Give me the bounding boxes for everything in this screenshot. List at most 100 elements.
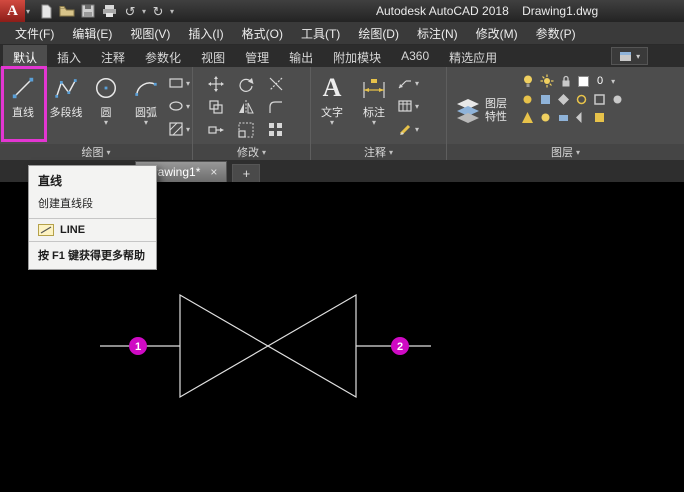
- new-drawing-tab-button[interactable]: +: [232, 164, 260, 182]
- save-button[interactable]: [79, 2, 97, 20]
- menu-parametric[interactable]: 参数(P): [527, 22, 585, 44]
- layer-tool-icon[interactable]: [593, 111, 606, 124]
- menu-format[interactable]: 格式(O): [233, 22, 292, 44]
- annotation-marker-2: 2: [391, 337, 409, 355]
- layer-tool-icon[interactable]: [539, 111, 552, 124]
- plot-button[interactable]: [100, 2, 118, 20]
- printer-icon: [102, 4, 117, 18]
- mirror-icon[interactable]: [238, 99, 254, 115]
- ribbon: 直线 多段线: [0, 67, 684, 160]
- ribbon-tab-annotate[interactable]: 注释: [91, 45, 135, 67]
- layer-tool-icon[interactable]: [557, 93, 570, 106]
- ribbon-tab-view[interactable]: 视图: [191, 45, 235, 67]
- open-file-button[interactable]: [58, 2, 76, 20]
- redo-icon: ↻: [153, 5, 164, 18]
- annotation-panel-label[interactable]: 注释 ▾: [311, 144, 446, 160]
- qat-customize-arrow-icon[interactable]: ▾: [170, 7, 174, 16]
- modify-panel: 修改 ▾: [193, 67, 311, 160]
- layer-dropdown-arrow-icon[interactable]: ▾: [611, 77, 615, 86]
- draw-panel-label[interactable]: 绘图 ▾: [0, 144, 192, 160]
- valve-symbol-drawing[interactable]: [100, 295, 431, 397]
- annotation-panel-expand-icon: ▾: [389, 148, 393, 157]
- menu-draw[interactable]: 绘图(D): [349, 22, 408, 44]
- stretch-icon[interactable]: [208, 122, 224, 138]
- undo-dropdown-arrow-icon[interactable]: ▾: [142, 7, 146, 16]
- menu-view[interactable]: 视图(V): [121, 22, 179, 44]
- layer-properties-button[interactable]: 图层特性: [447, 67, 515, 144]
- ribbon-options-button[interactable]: ▾: [611, 47, 648, 65]
- leader-arrow-icon: ▾: [415, 79, 419, 88]
- arc-dropdown-arrow-icon[interactable]: ▾: [144, 119, 148, 127]
- undo-button[interactable]: ↺: [121, 2, 139, 20]
- layer-selector[interactable]: 0 ▾: [521, 74, 624, 88]
- new-file-icon: [39, 4, 53, 19]
- text-dropdown-arrow-icon[interactable]: ▾: [330, 119, 334, 127]
- table-arrow-icon: ▾: [415, 102, 419, 111]
- layer-tool-icon[interactable]: [539, 93, 552, 106]
- layer-tool-icon[interactable]: [593, 93, 606, 106]
- move-icon[interactable]: [208, 76, 224, 92]
- annotation-extra-tools: ▾ ▾: [397, 67, 419, 144]
- save-floppy-icon: [81, 4, 95, 18]
- arc-button[interactable]: 圆弧 ▾: [126, 67, 166, 144]
- layers-panel-label[interactable]: 图层 ▾: [447, 144, 684, 160]
- hatch-tool-button[interactable]: ▾: [168, 121, 190, 137]
- annotation-marker-1: 1: [129, 337, 147, 355]
- ribbon-tab-a360[interactable]: A360: [391, 45, 439, 67]
- ribbon-tab-manage[interactable]: 管理: [235, 45, 279, 67]
- ribbon-tab-output[interactable]: 输出: [279, 45, 323, 67]
- new-file-button[interactable]: [37, 2, 55, 20]
- rotate-icon[interactable]: [238, 76, 254, 92]
- markup-tool-button[interactable]: ▾: [397, 121, 419, 137]
- text-tool-icon: A: [323, 72, 342, 104]
- table-tool-button[interactable]: ▾: [397, 98, 419, 114]
- ribbon-tab-featured-apps[interactable]: 精选应用: [439, 45, 507, 67]
- layer-tool-icon[interactable]: [521, 111, 534, 124]
- circle-dropdown-arrow-icon[interactable]: ▾: [104, 119, 108, 127]
- menu-modify[interactable]: 修改(M): [467, 22, 527, 44]
- marker-2-label: 2: [397, 341, 403, 353]
- scale-icon[interactable]: [238, 122, 254, 138]
- ribbon-tab-addins[interactable]: 附加模块: [323, 45, 391, 67]
- fillet-icon[interactable]: [268, 99, 284, 115]
- quick-access-toolbar: ↺ ▾ ↻ ▾: [37, 2, 174, 20]
- polyline-button[interactable]: 多段线: [46, 67, 86, 144]
- menu-file[interactable]: 文件(F): [6, 22, 63, 44]
- ribbon-tab-parametric[interactable]: 参数化: [135, 45, 191, 67]
- layer-tool-icon[interactable]: [557, 111, 570, 124]
- dimension-icon: [361, 72, 387, 104]
- layer-tool-icon[interactable]: [521, 93, 534, 106]
- ellipse-arrow-icon: ▾: [186, 102, 190, 111]
- copy-icon[interactable]: [208, 99, 224, 115]
- draw-panel: 直线 多段线: [0, 67, 193, 160]
- array-icon[interactable]: [268, 122, 284, 138]
- redo-button[interactable]: ↻: [149, 2, 167, 20]
- autocad-logo[interactable]: A: [0, 0, 25, 22]
- ellipse-tool-button[interactable]: ▾: [168, 98, 190, 114]
- layer-tool-icon[interactable]: [611, 93, 624, 106]
- menu-dimension[interactable]: 标注(N): [408, 22, 467, 44]
- file-tab-close-icon[interactable]: ×: [210, 166, 217, 178]
- modify-panel-label[interactable]: 修改 ▾: [193, 144, 310, 160]
- dimension-dropdown-arrow-icon[interactable]: ▾: [372, 119, 376, 127]
- layer-tool-icon[interactable]: [575, 111, 588, 124]
- app-menu-arrow-icon[interactable]: ▾: [26, 7, 30, 16]
- menu-edit[interactable]: 编辑(E): [63, 22, 121, 44]
- undo-icon: ↺: [125, 5, 136, 18]
- text-button[interactable]: A 文字 ▾: [311, 67, 353, 144]
- ribbon-options-arrow-icon: ▾: [636, 52, 640, 61]
- line-button[interactable]: 直线: [0, 67, 46, 144]
- rectangle-tool-button[interactable]: ▾: [168, 75, 190, 91]
- menu-insert[interactable]: 插入(I): [179, 22, 232, 44]
- layer-color-swatch[interactable]: [578, 76, 589, 87]
- trim-icon[interactable]: [268, 76, 284, 92]
- leader-tool-button[interactable]: ▾: [397, 75, 419, 91]
- ribbon-tab-insert[interactable]: 插入: [47, 45, 91, 67]
- plus-icon: +: [243, 166, 251, 181]
- circle-button[interactable]: 圆 ▾: [86, 67, 126, 144]
- dimension-button[interactable]: 标注 ▾: [353, 67, 395, 144]
- menu-tools[interactable]: 工具(T): [292, 22, 349, 44]
- line-command-icon: [38, 224, 54, 236]
- layer-tool-icon[interactable]: [575, 93, 588, 106]
- ribbon-tab-home[interactable]: 默认: [3, 45, 47, 67]
